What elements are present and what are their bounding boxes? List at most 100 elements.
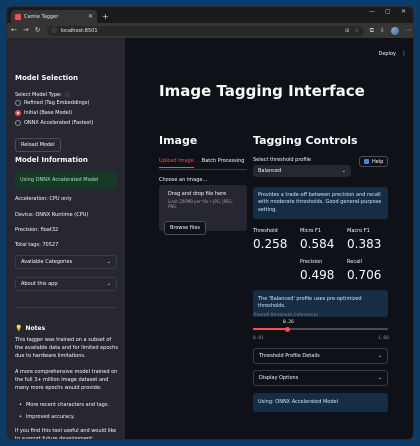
select-value: Balanced [258,168,282,174]
dropzone-title: Drag and drop file here [168,191,227,197]
apps-icon[interactable]: ⊞ [345,28,349,34]
deploy-button[interactable]: Deploy [378,51,396,57]
expander-label: Threshold Profile Details [259,353,320,359]
profile-avatar[interactable] [391,26,399,35]
slider-min: 0.01 [253,336,264,341]
bookmark-star-icon[interactable]: ☆ [354,28,358,34]
chevron-down-icon: ⌄ [377,353,382,359]
dropzone-limit: Limit 200MB per file • JPG, JPEG, PNG [168,199,233,209]
metric-value: 0.383 [347,237,382,251]
metric-label: Macro F1 [347,228,370,234]
divider [15,307,117,308]
threshold-profile-select[interactable]: Balanced ⌄ [253,165,351,177]
minimize-icon[interactable]: — [369,9,375,15]
address-bar[interactable]: ⓘ localhost:8501 ⊞ ☆ [46,25,364,36]
available-categories-expander[interactable]: Available Categories ⌄ [15,255,117,269]
expander-label: About this app [21,281,58,287]
model-info-title: Model Information [15,156,88,164]
display-options-expander[interactable]: Display Options ⌄ [253,370,388,386]
notes-paragraph-2: A more comprehensive model trained on th… [15,369,118,391]
metric-label: Threshold [253,228,278,234]
browser-menu-icon[interactable]: ⋯ [405,27,411,34]
page-title: Image Tagging Interface [159,82,365,100]
browser-window: Camie Tagger ✕ + — ▢ ✕ ← → ↻ ⓘ localhost… [6,6,414,440]
choose-image-label: Choose an image... [159,177,208,183]
help-button-label: Help [372,158,384,165]
metric-value: 0.584 [300,237,335,251]
tab-upload-image[interactable]: Upload Image [159,158,194,168]
help-icon [364,159,369,164]
extensions-icon[interactable]: ⧉ [370,27,374,34]
model-option-refined[interactable]: Refined (Tag Embeddings) [15,100,93,106]
close-tab-icon[interactable]: ✕ [88,13,93,20]
about-app-expander[interactable]: About this app ⌄ [15,277,117,291]
metric-micro-f1: Micro F1 0.584 [300,228,334,251]
model-option-label: Refined (Tag Embeddings) [24,100,90,106]
slider-thumb[interactable] [284,326,290,332]
threshold-profile-details-expander[interactable]: Threshold Profile Details ⌄ [253,348,388,364]
tabs-underline [159,169,247,170]
file-dropzone[interactable]: Drag and drop file here Limit 200MB per … [159,185,247,235]
model-status-alert: Using ONNX Accelerated Model [15,171,117,189]
notes-title: Notes [25,325,46,332]
reload-icon[interactable]: ↻ [35,27,41,34]
radio-button-selected[interactable] [15,120,21,126]
image-heading: Image [159,134,198,147]
radio-button[interactable] [15,110,21,116]
lightbulb-icon: 💡 [15,325,23,332]
model-option-initial[interactable]: Initial (Base Model) [15,110,93,116]
metric-label: Recall [347,259,362,265]
browser-tab[interactable]: Camie Tagger ✕ [11,10,97,23]
chevron-down-icon: ⌄ [106,259,111,265]
expander-label: Available Categories [21,259,73,265]
metric-threshold: Threshold 0.258 [253,228,287,251]
streamlit-favicon-icon [15,13,21,20]
total-tags-text: Total tags: 70527 [15,242,59,248]
tab-strip: Camie Tagger ✕ + — ▢ ✕ [7,7,413,23]
model-option-onnx[interactable]: ONNX Accelerated (Fastest) [15,120,93,126]
reload-model-button[interactable]: Reload Model [15,138,61,152]
metric-value: 0.258 [253,237,288,251]
model-option-label: ONNX Accelerated (Fastest) [24,120,94,126]
new-tab-icon[interactable]: + [102,13,109,21]
notes-paragraph-3: If you find this tool useful and would l… [15,428,117,440]
forward-icon[interactable]: → [23,27,29,34]
radio-button[interactable] [15,100,21,106]
notes-paragraph-1: This tagger was trained on a subset of t… [15,337,118,359]
image-tabs: Upload Image Batch Processing [159,158,244,168]
browser-toolbar: ← → ↻ ⓘ localhost:8501 ⊞ ☆ ⧉ ⇩ ⋯ [7,23,413,38]
acceleration-text: Acceleration: CPU only [15,196,72,202]
device-text: Device: ONNX Runtime (CPU) [15,212,89,218]
close-window-icon[interactable]: ✕ [401,9,406,15]
page-content: Model Selection Select Model Type: ⓘ Ref… [7,38,413,440]
chevron-down-icon: ⌄ [377,375,382,381]
tab-batch-processing[interactable]: Batch Processing [202,158,245,168]
chevron-down-icon: ⌄ [106,281,111,287]
chevron-down-icon: ⌄ [341,168,346,174]
onnx-model-info: Using: ONNX Accelerated Model [253,393,388,413]
main-content: Deploy ⋮ Image Tagging Interface Image U… [125,38,413,439]
threshold-slider[interactable]: 0.26 [253,320,388,334]
notes-bullet: Improved accuracy. [19,414,109,420]
downloads-icon[interactable]: ⇩ [380,27,385,34]
model-option-label: Initial (Base Model) [24,110,73,116]
threshold-profile-label: Select threshold profile [253,157,311,163]
notes-bullet: More recent characters and tags. [19,402,109,408]
back-icon[interactable]: ← [11,27,17,34]
maximize-icon[interactable]: ▢ [385,9,391,15]
main-menu-icon[interactable]: ⋮ [401,50,407,57]
slider-fill [253,328,287,330]
precision-text: Precision: float32 [15,227,59,233]
metric-label: Precision [300,259,323,265]
help-button[interactable]: Help [359,156,389,167]
metric-label: Micro F1 [300,228,322,234]
model-selection-title: Model Selection [15,74,78,82]
slider-value: 0.26 [283,320,294,325]
site-info-icon[interactable]: ⓘ [52,27,57,34]
tab-title: Camie Tagger [24,13,59,20]
sidebar: Model Selection Select Model Type: ⓘ Ref… [7,38,125,440]
metric-value: 0.498 [300,268,335,282]
address-text[interactable]: localhost:8501 [61,28,341,34]
metric-recall: Recall 0.706 [347,259,381,282]
browse-files-button[interactable]: Browse files [164,221,207,235]
